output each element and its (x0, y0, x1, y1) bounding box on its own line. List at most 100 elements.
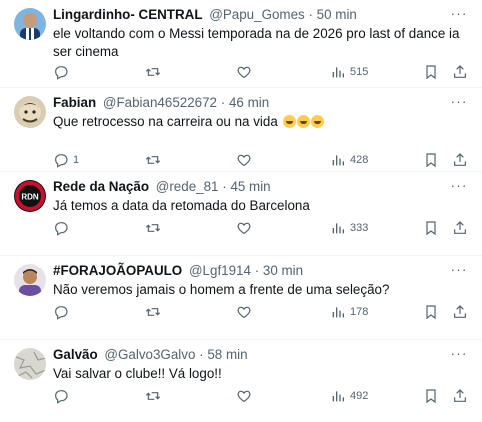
bookmark-button[interactable] (423, 64, 439, 80)
laughing-emoji-icon (310, 115, 324, 128)
bookmark-icon (426, 305, 436, 320)
bookmark-button[interactable] (423, 220, 439, 236)
reply-icon (55, 66, 68, 80)
views-icon (332, 67, 344, 78)
tweet-header: Lingardinho- CENTRAL @Papu_Gomes · 50 mi… (53, 6, 472, 24)
action-bar: 492 (53, 387, 472, 405)
like-button[interactable] (236, 304, 256, 320)
timestamp[interactable]: 45 min (230, 179, 270, 194)
retweet-button[interactable] (145, 388, 165, 404)
tweet[interactable]: #FORAJOÃOPAULO @Lgf1914 · 30 min Não ver… (0, 256, 482, 340)
more-icon[interactable]: ··· (450, 262, 468, 278)
retweet-button[interactable] (145, 304, 165, 320)
views-button[interactable]: 492 (330, 388, 368, 404)
avatar[interactable] (14, 348, 46, 380)
display-name[interactable]: Galvão (53, 347, 98, 362)
more-icon[interactable]: ··· (450, 94, 468, 110)
share-icon (454, 153, 466, 166)
view-count: 178 (350, 306, 369, 318)
timestamp[interactable]: 58 min (207, 347, 247, 362)
retweet-icon (145, 308, 161, 316)
tweet-header: #FORAJOÃOPAULO @Lgf1914 · 30 min (53, 262, 472, 280)
display-name[interactable]: Fabian (53, 95, 96, 110)
bookmark-icon (426, 221, 436, 236)
like-button[interactable] (236, 152, 256, 168)
avatar[interactable] (14, 264, 46, 296)
views-button[interactable]: 428 (330, 152, 368, 168)
share-button[interactable] (452, 64, 468, 80)
heart-icon (237, 390, 251, 403)
laughing-emoji-icon (296, 115, 310, 128)
avatar[interactable] (14, 96, 46, 128)
tweet[interactable]: Lingardinho- CENTRAL @Papu_Gomes · 50 mi… (0, 0, 482, 88)
share-icon (454, 221, 466, 234)
user-handle[interactable]: @Lgf1914 (189, 263, 251, 278)
laughing-emoji-icon (282, 115, 296, 128)
action-bar: 333 (53, 219, 472, 237)
share-button[interactable] (452, 152, 468, 168)
user-handle[interactable]: @Papu_Gomes (209, 7, 304, 22)
more-icon[interactable]: ··· (450, 346, 468, 362)
more-icon[interactable]: ··· (450, 178, 468, 194)
retweet-button[interactable] (145, 152, 165, 168)
reply-button[interactable]: 1 (53, 152, 79, 168)
separator-dot: · (222, 179, 227, 194)
tweet-text: Vai salvar o clube!! Vá logo!! (53, 366, 222, 381)
views-button[interactable]: 333 (330, 220, 368, 236)
retweet-icon (145, 392, 161, 400)
view-count: 515 (350, 66, 369, 78)
user-handle[interactable]: @Galvo3Galvo (104, 347, 195, 362)
timestamp[interactable]: 46 min (229, 95, 269, 110)
retweet-button[interactable] (145, 220, 165, 236)
tweet-text: Já temos a data da retomada do Barcelona (53, 198, 310, 213)
tweet[interactable]: RDN Rede da Nação @rede_81 · 45 min Já t… (0, 172, 482, 256)
views-icon (332, 223, 344, 234)
separator-dot: · (220, 95, 226, 110)
user-handle[interactable]: @rede_81 (156, 179, 219, 194)
reply-button[interactable] (53, 220, 73, 236)
retweet-icon (145, 68, 161, 76)
display-name[interactable]: Rede da Nação (53, 179, 149, 194)
bookmark-button[interactable] (423, 388, 439, 404)
tweet-text: Que retrocesso na carreira ou na vida (53, 113, 472, 131)
tweet-header: Fabian @Fabian46522672 · 46 min (53, 94, 472, 112)
timestamp[interactable]: 50 min (317, 7, 357, 22)
tweet-text: ele voltando com o Messi temporada na de… (53, 26, 460, 59)
tweet-header: Galvão @Galvo3Galvo · 58 min (53, 346, 472, 364)
tweet-text: Não veremos jamais o homem a frente de u… (53, 282, 390, 297)
separator-dot: · (254, 263, 260, 278)
reply-button[interactable] (53, 388, 73, 404)
separator-dot: · (199, 347, 204, 362)
user-handle[interactable]: @Fabian46522672 (103, 95, 217, 110)
tweet[interactable]: Fabian @Fabian46522672 · 46 min Que retr… (0, 88, 482, 172)
action-bar: 515 (53, 63, 472, 81)
reply-button[interactable] (53, 304, 73, 320)
display-name[interactable]: #FORAJOÃOPAULO (53, 263, 182, 278)
bookmark-button[interactable] (423, 152, 439, 168)
tweet[interactable]: Galvão @Galvo3Galvo · 58 min Vai salvar … (0, 340, 482, 422)
like-button[interactable] (236, 388, 256, 404)
views-button[interactable]: 515 (330, 64, 368, 80)
bookmark-button[interactable] (423, 304, 439, 320)
share-button[interactable] (452, 220, 468, 236)
reply-count: 1 (73, 154, 80, 166)
action-bar: 178 (53, 303, 472, 321)
avatar[interactable]: RDN (14, 180, 46, 212)
more-icon[interactable]: ··· (450, 6, 468, 22)
timestamp[interactable]: 30 min (263, 263, 303, 278)
bookmark-icon (426, 153, 436, 168)
like-button[interactable] (236, 220, 256, 236)
heart-icon (237, 154, 251, 167)
avatar[interactable] (14, 8, 46, 40)
view-count: 333 (350, 222, 369, 234)
tweet-header: Rede da Nação @rede_81 · 45 min (53, 178, 472, 196)
share-button[interactable] (452, 388, 468, 404)
like-button[interactable] (236, 64, 256, 80)
share-button[interactable] (452, 304, 468, 320)
reply-icon (55, 222, 68, 236)
views-button[interactable]: 178 (330, 304, 368, 320)
display-name[interactable]: Lingardinho- CENTRAL (53, 7, 203, 22)
reply-icon (55, 306, 68, 320)
retweet-button[interactable] (145, 64, 165, 80)
reply-button[interactable] (53, 64, 73, 80)
